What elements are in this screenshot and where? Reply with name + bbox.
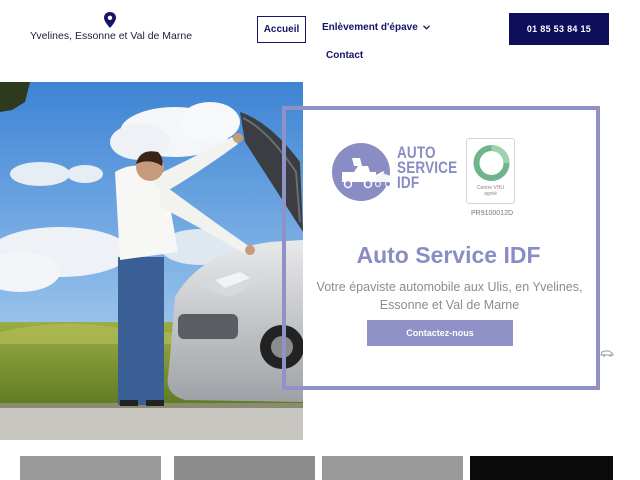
site-header: Yvelines, Essonne et Val de Marne Accuei… — [0, 0, 640, 82]
vhu-certification-badge: Centre VHU agréé — [466, 138, 515, 204]
location-block: Yvelines, Essonne et Val de Marne — [30, 12, 193, 42]
location-text: Yvelines, Essonne et Val de Marne — [30, 30, 193, 42]
page: Yvelines, Essonne et Val de Marne Accuei… — [0, 0, 640, 480]
hero-section: AUTO SERVICE IDF Centre VHU agréé PR9100… — [0, 82, 640, 442]
contact-cta-button[interactable]: Contactez-nous — [367, 320, 513, 346]
logo-wordmark: AUTO SERVICE IDF — [397, 145, 457, 192]
nav-enlevement-menu[interactable]: Enlèvement d'épave — [322, 22, 430, 33]
service-card-2[interactable] — [174, 456, 315, 480]
logo-line-idf: IDF — [397, 174, 420, 192]
service-card-3[interactable] — [322, 456, 463, 480]
service-card-4[interactable] — [470, 456, 613, 480]
hero-subtitle: Votre épaviste automobile aux Ulis, en Y… — [316, 280, 583, 312]
vhu-label-line2: agréé — [484, 191, 497, 197]
nav-contact-link[interactable]: Contact — [326, 50, 363, 61]
service-card-1[interactable] — [20, 456, 161, 480]
hero-title: Auto Service IDF — [356, 242, 541, 268]
vhu-label: Centre VHU agréé — [467, 185, 514, 197]
vhu-recycle-icon — [473, 145, 510, 181]
vhu-approval-code: PR9100012D — [470, 210, 514, 217]
car-outline-icon[interactable] — [600, 348, 614, 358]
hero-photo-mechanic-car — [0, 82, 303, 440]
map-pin-icon — [104, 12, 116, 28]
nav-enlevement-label: Enlèvement d'épave — [322, 22, 418, 33]
chevron-down-icon — [422, 25, 430, 30]
phone-button[interactable]: 01 85 53 84 15 — [509, 13, 609, 45]
nav-home-link[interactable]: Accueil — [257, 16, 306, 43]
